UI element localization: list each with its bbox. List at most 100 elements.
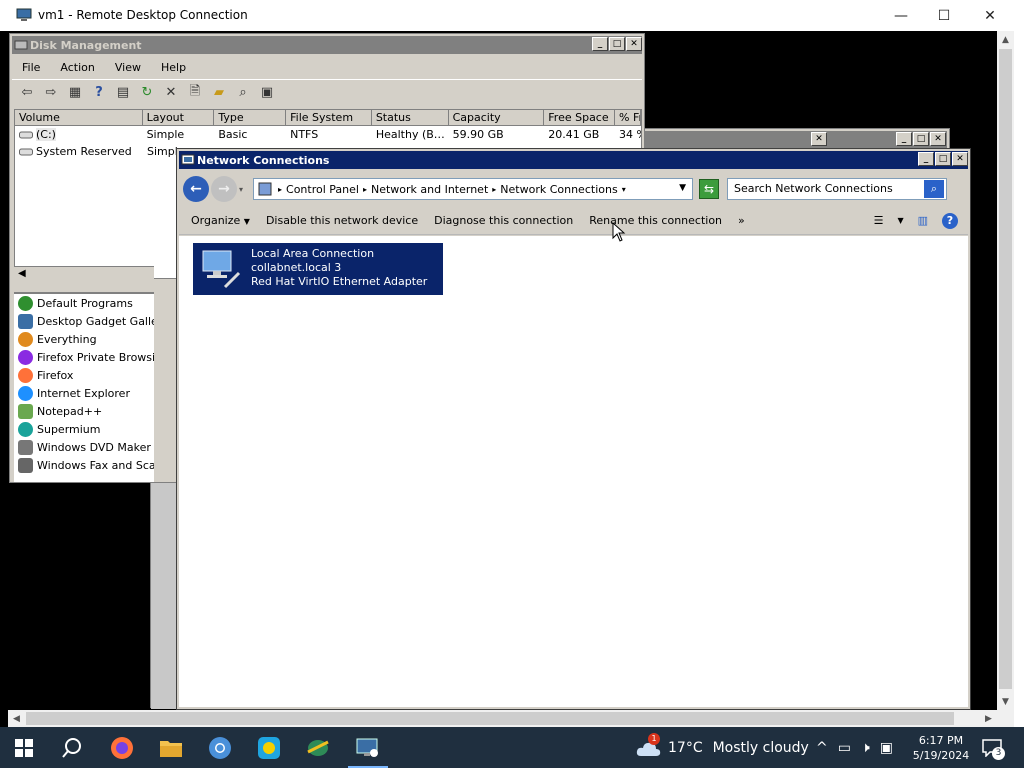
chevron-icon[interactable]: ▸ (492, 185, 496, 194)
list-item[interactable]: Windows Fax and Scan (14, 456, 154, 474)
list-item[interactable]: Firefox (14, 366, 154, 384)
taskbar-chromium[interactable] (196, 727, 244, 768)
local-area-connection-item[interactable]: Local Area Connection collabnet.local 3 … (193, 243, 443, 295)
list-item[interactable]: Notepad++ (14, 402, 154, 420)
refresh-icon[interactable]: ↻ (138, 84, 156, 102)
nc-close-button[interactable]: ✕ (952, 152, 968, 166)
forward-button[interactable]: → (211, 176, 237, 202)
col-capacity[interactable]: Capacity (449, 110, 545, 125)
search-input[interactable]: Search Network Connections ⌕ (727, 178, 947, 200)
col-free-space[interactable]: Free Space (544, 110, 616, 125)
search-icon[interactable]: ⌕ (924, 180, 944, 198)
col-layout[interactable]: Layout (143, 110, 215, 125)
show-hidden-icons-chevron-icon[interactable]: ^ (816, 740, 828, 756)
forward-arrow-icon[interactable]: ⇨ (42, 84, 60, 102)
network-icon[interactable]: ▭ (838, 740, 851, 756)
change-view-icon[interactable]: ☰ (874, 214, 884, 227)
col-type[interactable]: Type (214, 110, 287, 125)
scroll-up-icon[interactable]: ▲ (997, 31, 1014, 48)
table-row[interactable]: (C:) Simple Basic NTFS Healthy (B… 59.90… (15, 126, 641, 143)
horizontal-scroll-thumb[interactable] (26, 712, 954, 725)
background-close-button-2[interactable]: ✕ (930, 132, 946, 146)
search-button[interactable] (48, 727, 96, 768)
col-file-system[interactable]: File System (286, 110, 372, 125)
back-button[interactable]: ← (183, 176, 209, 202)
breadcrumb-network-connections[interactable]: Network Connections (500, 183, 617, 196)
col-percent-free[interactable]: % Fr (615, 110, 641, 125)
network-connections-title: Network Connections (197, 153, 330, 167)
help-icon[interactable]: ? (90, 84, 108, 102)
col-volume[interactable]: Volume (15, 110, 143, 125)
show-hide-tree-icon[interactable]: ▦ (66, 84, 84, 102)
scroll-right-icon[interactable]: ▶ (980, 710, 997, 727)
taskbar-remote-desktop[interactable] (344, 727, 392, 768)
list-item[interactable]: Supermium (14, 420, 154, 438)
delete-icon[interactable]: ✕ (162, 84, 180, 102)
diagnose-button[interactable]: Diagnose this connection (434, 214, 573, 227)
disable-device-button[interactable]: Disable this network device (266, 214, 418, 227)
taskbar-firefox[interactable] (98, 727, 146, 768)
help-icon[interactable]: ? (942, 212, 958, 229)
back-arrow-icon[interactable]: ⇦ (18, 84, 36, 102)
background-close-button[interactable]: ✕ (811, 132, 827, 146)
nc-maximize-button[interactable]: □ (935, 152, 951, 166)
chevron-down-icon[interactable]: ▾ (622, 185, 626, 194)
list-item[interactable]: Desktop Gadget Gallery (14, 312, 154, 330)
menu-help[interactable]: Help (151, 61, 196, 74)
input-indicator-icon[interactable]: ▣ (880, 740, 893, 756)
volume-muted-icon[interactable]: 🕨 (861, 740, 870, 756)
weather-condition: Mostly cloudy (712, 739, 809, 756)
network-connections-window[interactable]: Network Connections _ □ ✕ ← → ▾ ▸ Contro… (176, 148, 971, 710)
more-commands-button[interactable]: » (738, 214, 745, 227)
minimize-button[interactable]: — (878, 0, 924, 31)
list-item[interactable]: Windows DVD Maker (14, 438, 154, 456)
settings-icon[interactable]: ▣ (258, 84, 276, 102)
col-status[interactable]: Status (372, 110, 449, 125)
taskbar-app[interactable] (245, 727, 293, 768)
scroll-left-icon[interactable]: ◀ (18, 268, 26, 279)
windows-logo-icon (15, 738, 33, 757)
background-minimize-button[interactable]: _ (896, 132, 912, 146)
scroll-down-icon[interactable]: ▼ (997, 693, 1014, 710)
menu-action[interactable]: Action (50, 61, 104, 74)
list-item[interactable]: Default Programs (14, 294, 154, 312)
address-dropdown-icon[interactable]: ▼ (679, 183, 686, 193)
horizontal-scrollbar[interactable]: ◀ ▶ (8, 710, 997, 727)
rename-button[interactable]: Rename this connection (589, 214, 722, 227)
horizontal-scrollbar[interactable]: ◀ (14, 266, 154, 283)
recent-pages-chevron-icon[interactable]: ▾ (239, 185, 243, 194)
clock[interactable]: 6:17 PM 5/19/2024 (910, 727, 972, 768)
start-button[interactable] (0, 727, 48, 768)
background-maximize-button[interactable]: □ (913, 132, 929, 146)
maximize-button[interactable]: ☐ (921, 0, 967, 31)
vertical-scroll-thumb[interactable] (999, 49, 1012, 689)
address-box[interactable]: ▸ Control Panel ▸ Network and Internet ▸… (253, 178, 693, 200)
list-item[interactable]: Firefox Private Browsing (14, 348, 154, 366)
open-folder-icon[interactable]: ▰ (210, 84, 228, 102)
dm-maximize-button[interactable]: □ (609, 37, 625, 51)
properties-sheet-icon[interactable]: 🗎 (186, 84, 204, 102)
chevron-icon[interactable]: ▸ (363, 185, 367, 194)
breadcrumb-control-panel[interactable]: Control Panel (286, 183, 359, 196)
dm-close-button[interactable]: ✕ (626, 37, 642, 51)
list-item[interactable]: Everything (14, 330, 154, 348)
search-icon[interactable]: ⌕ (234, 84, 252, 102)
refresh-button[interactable]: ⇆ (699, 179, 719, 199)
organize-button[interactable]: Organize ▼ (191, 214, 250, 227)
preview-pane-icon[interactable]: ▥ (918, 214, 928, 227)
menu-view[interactable]: View (105, 61, 151, 74)
vertical-scrollbar[interactable]: ▲ ▼ (997, 31, 1014, 710)
weather-widget[interactable]: 1 17°C Mostly cloudy (636, 727, 809, 768)
list-item[interactable]: Internet Explorer (14, 384, 154, 402)
action-center-button[interactable]: 3 (982, 727, 1005, 768)
taskbar-file-explorer[interactable] (147, 727, 195, 768)
close-button[interactable]: ✕ (967, 0, 1013, 31)
menu-file[interactable]: File (12, 61, 50, 74)
nc-minimize-button[interactable]: _ (918, 152, 934, 166)
taskbar-app-2[interactable] (294, 727, 342, 768)
view-dropdown-icon[interactable]: ▼ (897, 216, 903, 225)
dm-minimize-button[interactable]: _ (592, 37, 608, 51)
scroll-left-icon[interactable]: ◀ (8, 710, 25, 727)
breadcrumb-network-and-internet[interactable]: Network and Internet (371, 183, 488, 196)
properties-icon[interactable]: ▤ (114, 84, 132, 102)
